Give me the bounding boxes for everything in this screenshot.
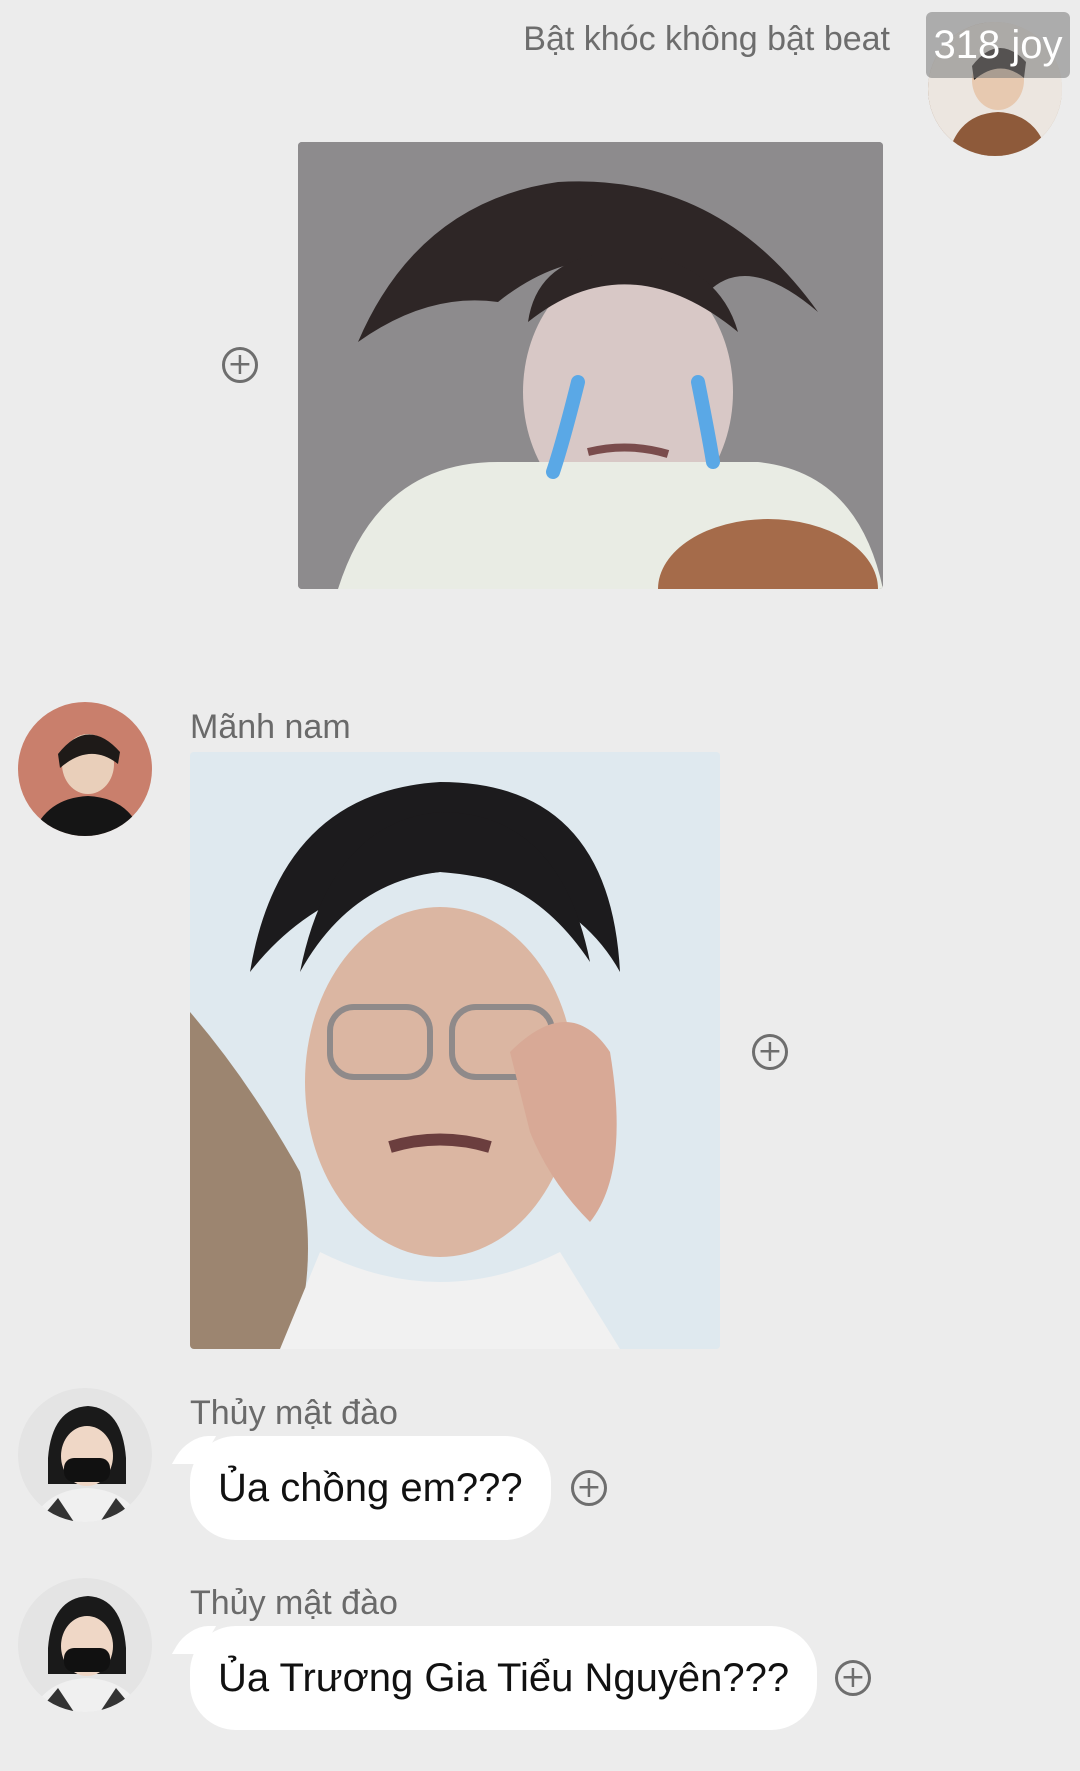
sender-name: Thủy mật đào [190,1394,398,1432]
crying-meme-image [298,142,883,589]
circle-plus-icon: + [576,1470,602,1505]
text-message-bubble[interactable]: Ủa chồng em??? [190,1436,551,1540]
add-reaction-button[interactable]: + [571,1470,607,1506]
image-message-crying[interactable] [298,142,883,589]
circle-plus-icon: + [757,1034,783,1069]
image-message-crying-glasses[interactable] [190,752,720,1349]
message-text-right: Bật khóc không bật beat [523,20,890,58]
add-reaction-button[interactable]: + [752,1034,788,1070]
avatar-portrait-icon [18,1578,152,1712]
message-text: Ủa Trương Gia Tiểu Nguyên??? [218,1656,790,1700]
sender-avatar-manh-nam[interactable] [18,702,152,836]
avatar-portrait-icon [18,1388,152,1522]
sender-avatar-thuy-mat-dao[interactable] [18,1578,152,1712]
message-text: Ủa chồng em??? [218,1466,523,1510]
avatar-portrait-icon [18,702,152,836]
add-reaction-button[interactable]: + [222,347,258,383]
sender-avatar-thuy-mat-dao[interactable] [18,1388,152,1522]
crying-glasses-meme-image [190,752,720,1349]
sender-avatar-right[interactable]: 318 joy [924,12,1072,156]
text-message-bubble[interactable]: Ủa Trương Gia Tiểu Nguyên??? [190,1626,818,1730]
add-reaction-button[interactable]: + [835,1660,871,1696]
circle-plus-icon: + [840,1660,866,1695]
circle-plus-icon: + [227,347,253,382]
sender-name: Thủy mật đào [190,1584,398,1622]
sender-name: Mãnh nam [190,708,351,746]
avatar-badge: 318 joy [926,12,1070,78]
